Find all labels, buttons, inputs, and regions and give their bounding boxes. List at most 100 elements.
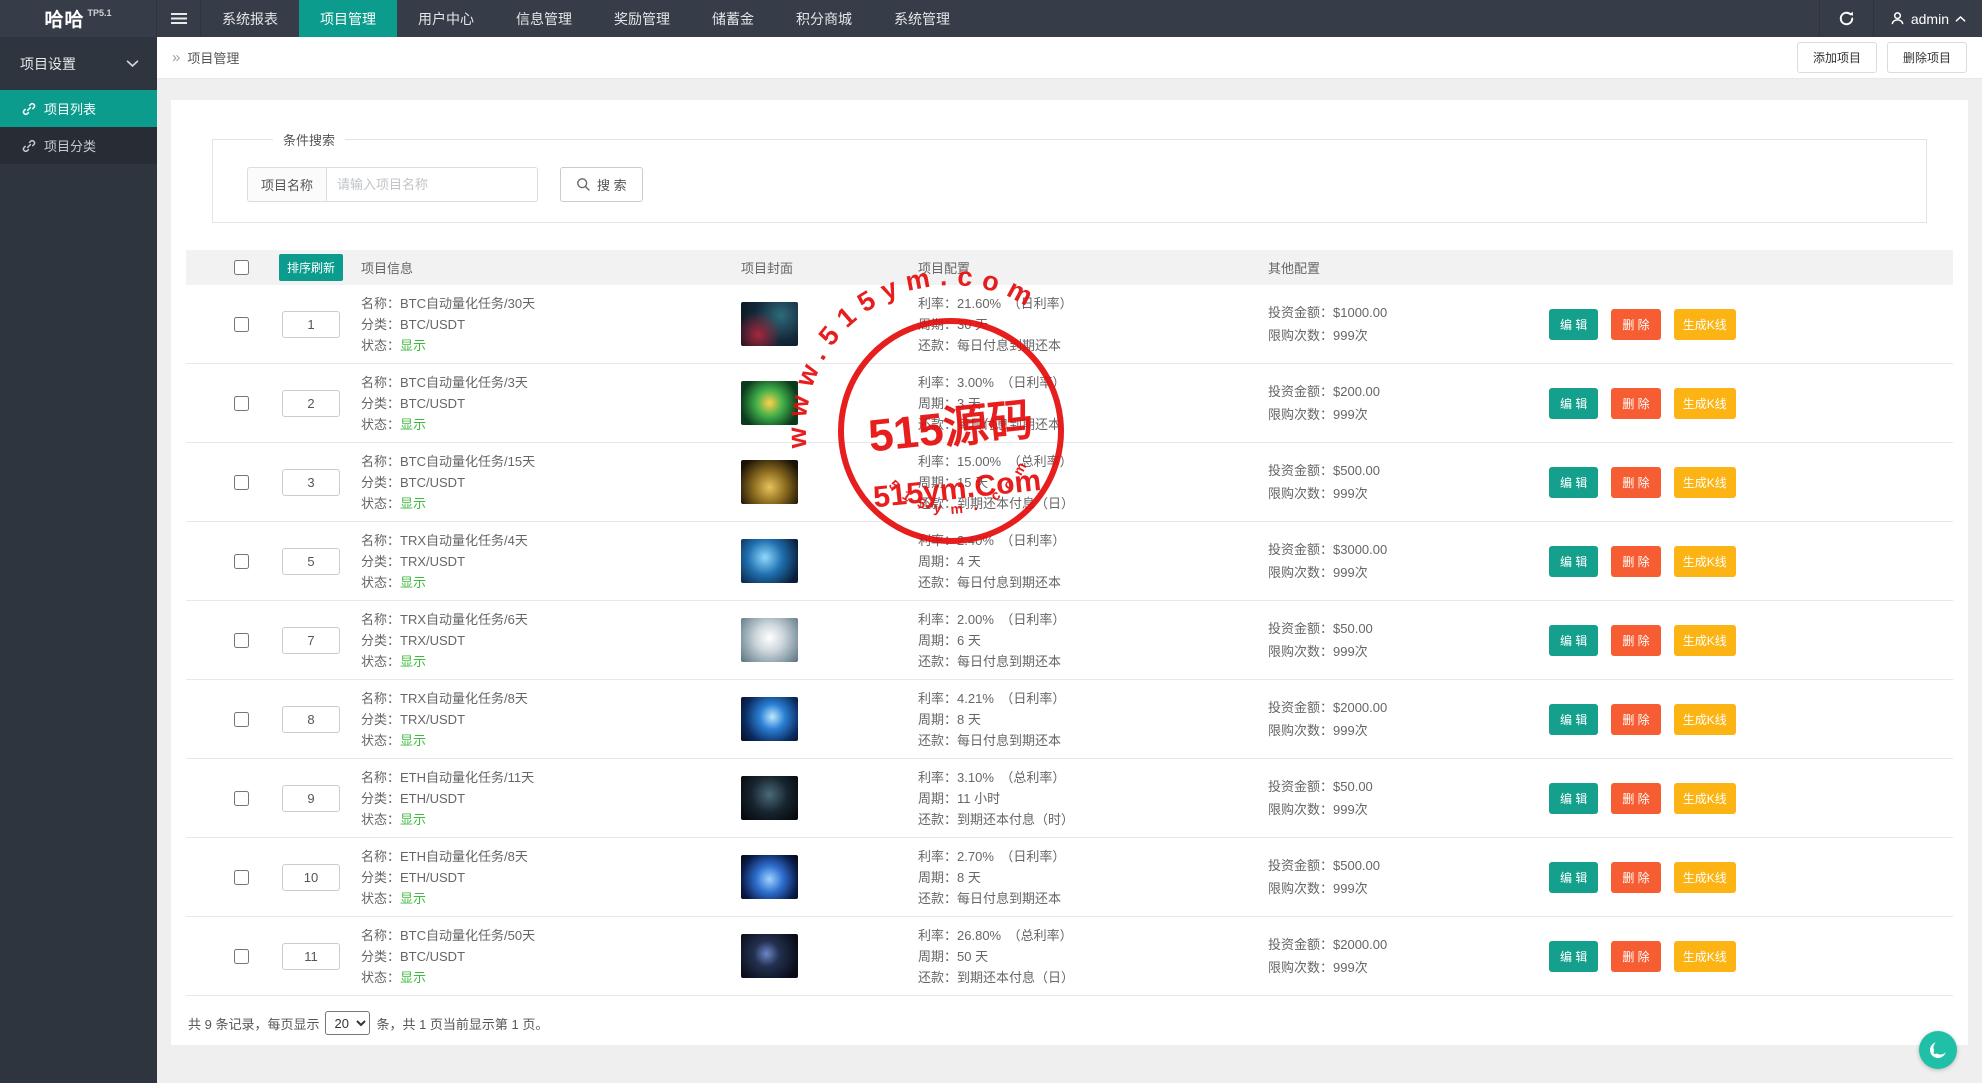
generate-kline-button[interactable]: 生成K线	[1673, 466, 1736, 498]
sort-order-input[interactable]	[282, 389, 340, 417]
project-rate-note: （日利率）	[1006, 374, 1066, 390]
repay-label: 还款：	[918, 969, 958, 985]
nav-item-users[interactable]: 用户中心	[397, 0, 495, 37]
edit-button[interactable]: 编 辑	[1549, 387, 1599, 419]
sort-order-input[interactable]	[282, 863, 340, 891]
status-toggle-link[interactable]: 显示	[400, 654, 426, 669]
project-name-input[interactable]	[326, 167, 539, 202]
edit-button[interactable]: 编 辑	[1549, 545, 1599, 577]
generate-kline-button[interactable]: 生成K线	[1673, 782, 1736, 814]
amount-label: 投资金额：	[1268, 542, 1334, 557]
sort-order-input[interactable]	[282, 942, 340, 970]
category-label: 分类：	[361, 474, 401, 490]
project-repay: 每日付息到期还本	[957, 574, 1062, 590]
row-checkbox[interactable]	[234, 632, 249, 648]
project-amount: $500.00	[1333, 858, 1381, 873]
generate-kline-button[interactable]: 生成K线	[1673, 940, 1736, 972]
delete-button[interactable]: 删 除	[1611, 782, 1661, 814]
project-cover-image	[741, 855, 798, 899]
floating-theme-button[interactable]	[1919, 1031, 1957, 1069]
row-checkbox[interactable]	[234, 869, 249, 885]
nav-item-points-mall[interactable]: 积分商城	[775, 0, 873, 37]
status-toggle-link[interactable]: 显示	[400, 575, 426, 590]
status-toggle-link[interactable]: 显示	[400, 891, 426, 906]
delete-button[interactable]: 删 除	[1611, 861, 1661, 893]
sidebar-item-project-category[interactable]: 项目分类	[0, 127, 157, 164]
sort-order-input[interactable]	[282, 626, 340, 654]
generate-kline-button[interactable]: 生成K线	[1673, 624, 1736, 656]
page-size-select[interactable]: 20	[325, 1011, 371, 1035]
nav-item-rewards[interactable]: 奖励管理	[593, 0, 691, 37]
amount-label: 投资金额：	[1268, 621, 1334, 636]
delete-button[interactable]: 删 除	[1611, 387, 1661, 419]
status-toggle-link[interactable]: 显示	[400, 733, 426, 748]
header-project-config: 项目配置	[918, 261, 971, 276]
row-checkbox[interactable]	[234, 790, 249, 806]
nav-item-messages[interactable]: 信息管理	[495, 0, 593, 37]
edit-button[interactable]: 编 辑	[1549, 624, 1599, 656]
project-cycle: 11 小时	[957, 790, 1001, 806]
generate-kline-button[interactable]: 生成K线	[1673, 861, 1736, 893]
nav-item-projects[interactable]: 项目管理	[299, 0, 397, 37]
status-toggle-link[interactable]: 显示	[400, 338, 426, 353]
project-category: TRX/USDT	[400, 632, 466, 648]
name-label: 名称：	[361, 532, 401, 548]
sort-order-input[interactable]	[282, 705, 340, 733]
edit-button[interactable]: 编 辑	[1549, 308, 1599, 340]
delete-button[interactable]: 删 除	[1611, 940, 1661, 972]
select-all-checkbox[interactable]	[234, 260, 249, 275]
edit-button[interactable]: 编 辑	[1549, 703, 1599, 735]
row-checkbox[interactable]	[234, 553, 249, 569]
generate-kline-button[interactable]: 生成K线	[1673, 545, 1736, 577]
sort-order-input[interactable]	[282, 784, 340, 812]
row-checkbox[interactable]	[234, 474, 249, 490]
delete-button[interactable]: 删 除	[1611, 466, 1661, 498]
status-toggle-link[interactable]: 显示	[400, 812, 426, 827]
status-label: 状态：	[361, 495, 401, 511]
sidebar-item-project-list[interactable]: 项目列表	[0, 90, 157, 127]
repay-label: 还款：	[918, 653, 958, 669]
status-toggle-link[interactable]: 显示	[400, 496, 426, 511]
sidebar-toggle-button[interactable]	[157, 0, 201, 37]
sort-order-input[interactable]	[282, 468, 340, 496]
nav-item-system[interactable]: 系统管理	[873, 0, 971, 37]
add-project-button[interactable]: 添加项目	[1796, 42, 1877, 73]
cycle-label: 周期：	[918, 474, 958, 490]
row-checkbox[interactable]	[234, 316, 249, 332]
refresh-button[interactable]	[1818, 0, 1873, 37]
project-limit: 999次	[1333, 723, 1368, 738]
nav-item-savings[interactable]: 储蓄金	[691, 0, 775, 37]
project-cover-image	[741, 697, 798, 741]
project-category: ETH/USDT	[400, 790, 466, 806]
generate-kline-button[interactable]: 生成K线	[1673, 308, 1736, 340]
amount-label: 投资金额：	[1268, 463, 1334, 478]
row-checkbox[interactable]	[234, 395, 249, 411]
delete-button[interactable]: 删 除	[1611, 545, 1661, 577]
sort-order-input[interactable]	[282, 547, 340, 575]
sidebar-item-label: 项目列表	[44, 102, 97, 117]
rate-label: 利率：	[918, 611, 958, 627]
sort-order-input[interactable]	[282, 310, 340, 338]
row-checkbox[interactable]	[234, 948, 249, 964]
delete-button[interactable]: 删 除	[1611, 703, 1661, 735]
generate-kline-button[interactable]: 生成K线	[1673, 387, 1736, 419]
project-name: BTC自动量化任务/15天	[400, 453, 536, 469]
search-button[interactable]: 搜 索	[560, 167, 643, 202]
sidebar-group-project-settings[interactable]: 项目设置	[0, 37, 157, 90]
delete-button[interactable]: 删 除	[1611, 624, 1661, 656]
row-checkbox[interactable]	[234, 711, 249, 727]
sort-refresh-button[interactable]: 排序刷新	[278, 254, 343, 281]
delete-project-button[interactable]: 删除项目	[1886, 42, 1967, 73]
edit-button[interactable]: 编 辑	[1549, 940, 1599, 972]
project-limit: 999次	[1333, 486, 1368, 501]
nav-item-reports[interactable]: 系统报表	[201, 0, 299, 37]
user-menu[interactable]: admin	[1872, 0, 1982, 37]
generate-kline-button[interactable]: 生成K线	[1673, 703, 1736, 735]
edit-button[interactable]: 编 辑	[1549, 466, 1599, 498]
chevron-down-icon	[126, 60, 139, 68]
status-toggle-link[interactable]: 显示	[400, 417, 426, 432]
edit-button[interactable]: 编 辑	[1549, 861, 1599, 893]
edit-button[interactable]: 编 辑	[1549, 782, 1599, 814]
delete-button[interactable]: 删 除	[1611, 308, 1661, 340]
status-toggle-link[interactable]: 显示	[400, 970, 426, 985]
